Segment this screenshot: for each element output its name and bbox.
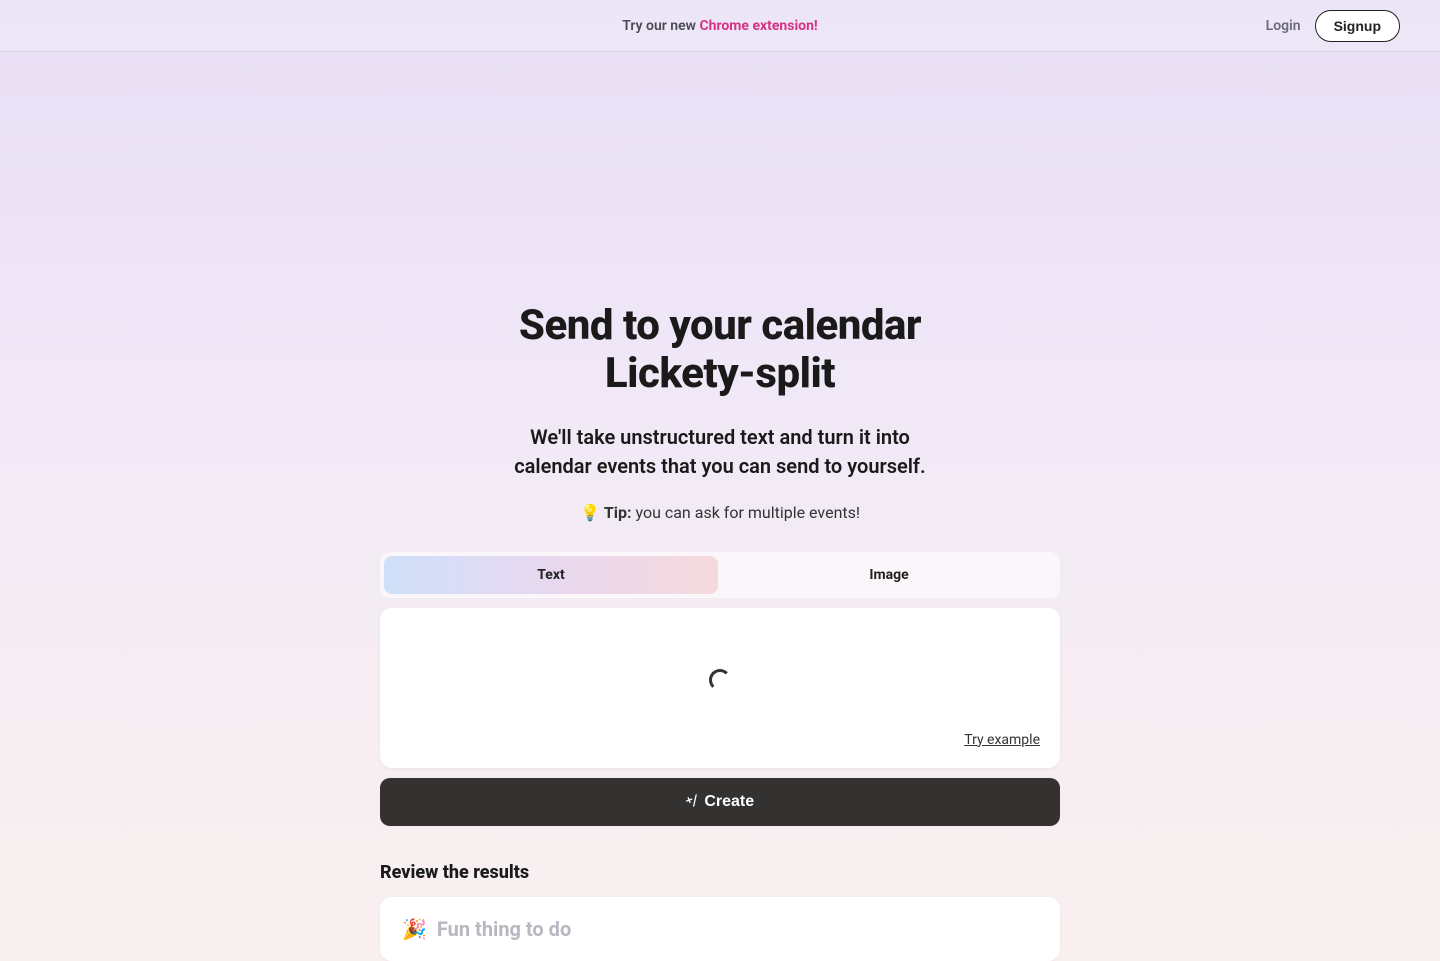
spinner-icon	[709, 669, 731, 691]
result-title: Fun thing to do	[437, 917, 571, 941]
promo-prefix: Try our new	[622, 18, 699, 34]
try-example-link[interactable]: Try example	[400, 732, 1040, 748]
result-card: 🎉 Fun thing to do	[380, 897, 1060, 961]
login-link[interactable]: Login	[1266, 18, 1301, 34]
auth-buttons: Login Signup	[1266, 10, 1400, 42]
hero-title: Send to your calendar Lickety-split	[380, 302, 1060, 399]
tip-label: Tip:	[604, 503, 632, 522]
create-button-label: Create	[704, 793, 754, 811]
promo-link[interactable]: Chrome extension!	[699, 18, 817, 34]
review-heading: Review the results	[380, 862, 1060, 883]
loading-spinner-container	[400, 628, 1040, 732]
hero-title-line2: Lickety-split	[605, 349, 835, 398]
hero-sub-line2: calendar events that you can send to you…	[514, 454, 925, 478]
tab-image[interactable]: Image	[722, 556, 1056, 594]
tip-text: you can ask for multiple events!	[632, 503, 861, 522]
input-tabs: Text Image	[380, 552, 1060, 598]
main-content: Send to your calendar Lickety-split We'l…	[380, 52, 1060, 961]
hero-subtitle: We'll take unstructured text and turn it…	[380, 423, 1060, 481]
top-bar: Try our new Chrome extension! Login Sign…	[0, 0, 1440, 52]
promo-text: Try our new Chrome extension!	[622, 18, 817, 34]
tab-text[interactable]: Text	[384, 556, 718, 594]
wand-icon: ⁺∕	[683, 791, 699, 811]
tip-line: 💡 Tip: you can ask for multiple events!	[380, 503, 1060, 522]
create-button[interactable]: ⁺∕ Create	[380, 778, 1060, 826]
hero-sub-line1: We'll take unstructured text and turn it…	[530, 425, 910, 449]
confetti-icon: 🎉	[402, 917, 427, 941]
signup-button[interactable]: Signup	[1315, 10, 1400, 42]
hero-title-line1: Send to your calendar	[519, 301, 921, 350]
lightbulb-icon: 💡	[580, 503, 600, 522]
result-heading: 🎉 Fun thing to do	[402, 917, 1038, 941]
input-card[interactable]: Try example	[380, 608, 1060, 768]
